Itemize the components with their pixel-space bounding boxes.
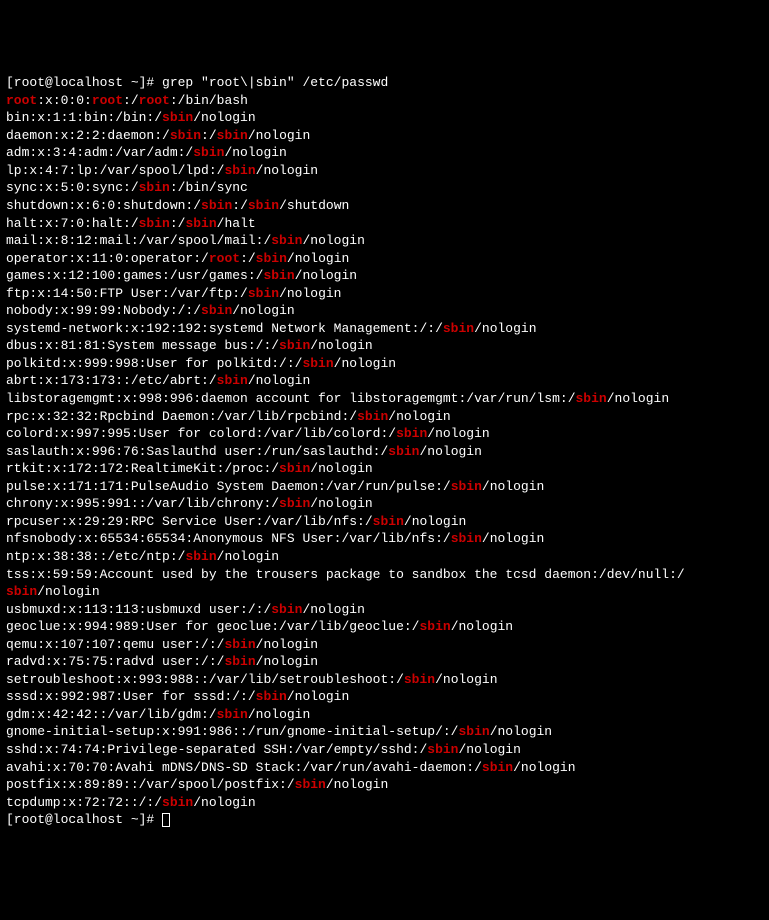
grep-match: sbin <box>248 286 279 301</box>
grep-match: sbin <box>404 672 435 687</box>
output-line: root:x:0:0:root:/root:/bin/bash <box>6 92 763 110</box>
grep-match: sbin <box>427 742 458 757</box>
output-line: gnome-initial-setup:x:991:986::/run/gnom… <box>6 723 763 741</box>
output-line: tcpdump:x:72:72::/:/sbin/nologin <box>6 794 763 812</box>
output-line: chrony:x:995:991::/var/lib/chrony:/sbin/… <box>6 495 763 513</box>
prompt-line[interactable]: [root@localhost ~]# <box>6 811 763 829</box>
grep-match: sbin <box>6 584 37 599</box>
grep-match: sbin <box>576 391 607 406</box>
grep-match: root <box>139 93 170 108</box>
output-line: setroubleshoot:x:993:988::/var/lib/setro… <box>6 671 763 689</box>
grep-match: sbin <box>279 338 310 353</box>
grep-match: sbin <box>458 724 489 739</box>
output-line: systemd-network:x:192:192:systemd Networ… <box>6 320 763 338</box>
output-line: postfix:x:89:89::/var/spool/postfix:/sbi… <box>6 776 763 794</box>
output-line: daemon:x:2:2:daemon:/sbin:/sbin/nologin <box>6 127 763 145</box>
shell-prompt: [root@localhost ~]# <box>6 75 162 90</box>
grep-match: sbin <box>482 760 513 775</box>
grep-match: sbin <box>224 163 255 178</box>
output-line: rpcuser:x:29:29:RPC Service User:/var/li… <box>6 513 763 531</box>
output-line: bin:x:1:1:bin:/bin:/sbin/nologin <box>6 109 763 127</box>
output-line: colord:x:997:995:User for colord:/var/li… <box>6 425 763 443</box>
grep-match: sbin <box>217 128 248 143</box>
prompt-line: [root@localhost ~]# grep "root\|sbin" /e… <box>6 74 763 92</box>
grep-match: root <box>209 251 240 266</box>
grep-match: sbin <box>256 689 287 704</box>
terminal-output[interactable]: [root@localhost ~]# grep "root\|sbin" /e… <box>6 74 763 829</box>
grep-match: sbin <box>162 795 193 810</box>
grep-match: sbin <box>193 145 224 160</box>
grep-match: sbin <box>443 321 474 336</box>
grep-match: sbin <box>201 303 232 318</box>
grep-match: sbin <box>217 707 248 722</box>
grep-match: root <box>92 93 123 108</box>
grep-match: sbin <box>185 216 216 231</box>
cursor-icon <box>162 813 170 827</box>
output-line: usbmuxd:x:113:113:usbmuxd user:/:/sbin/n… <box>6 601 763 619</box>
grep-match: sbin <box>451 531 482 546</box>
grep-match: sbin <box>201 198 232 213</box>
grep-match: sbin <box>256 251 287 266</box>
grep-match: sbin <box>419 619 450 634</box>
output-line: gdm:x:42:42::/var/lib/gdm:/sbin/nologin <box>6 706 763 724</box>
output-line: operator:x:11:0:operator:/root:/sbin/nol… <box>6 250 763 268</box>
command-text: grep "root\|sbin" /etc/passwd <box>162 75 388 90</box>
output-line: abrt:x:173:173::/etc/abrt:/sbin/nologin <box>6 372 763 390</box>
grep-match: sbin <box>139 216 170 231</box>
output-line: nfsnobody:x:65534:65534:Anonymous NFS Us… <box>6 530 763 548</box>
output-line: ntp:x:38:38::/etc/ntp:/sbin/nologin <box>6 548 763 566</box>
grep-match: sbin <box>279 496 310 511</box>
output-line: geoclue:x:994:989:User for geoclue:/var/… <box>6 618 763 636</box>
grep-match: sbin <box>162 110 193 125</box>
output-line: tss:x:59:59:Account used by the trousers… <box>6 566 763 584</box>
output-line: rtkit:x:172:172:RealtimeKit:/proc:/sbin/… <box>6 460 763 478</box>
output-line: avahi:x:70:70:Avahi mDNS/DNS-SD Stack:/v… <box>6 759 763 777</box>
shell-prompt: [root@localhost ~]# <box>6 812 162 827</box>
output-line: lp:x:4:7:lp:/var/spool/lpd:/sbin/nologin <box>6 162 763 180</box>
output-line: sshd:x:74:74:Privilege-separated SSH:/va… <box>6 741 763 759</box>
grep-match: root <box>6 93 37 108</box>
grep-match: sbin <box>295 777 326 792</box>
output-line: radvd:x:75:75:radvd user:/:/sbin/nologin <box>6 653 763 671</box>
output-line: qemu:x:107:107:qemu user:/:/sbin/nologin <box>6 636 763 654</box>
grep-match: sbin <box>357 409 388 424</box>
grep-match: sbin <box>217 373 248 388</box>
grep-match: sbin <box>224 654 255 669</box>
output-line: saslauth:x:996:76:Saslauthd user:/run/sa… <box>6 443 763 461</box>
output-line: libstoragemgmt:x:998:996:daemon account … <box>6 390 763 408</box>
output-line: shutdown:x:6:0:shutdown:/sbin:/sbin/shut… <box>6 197 763 215</box>
output-line: sbin/nologin <box>6 583 763 601</box>
output-line: pulse:x:171:171:PulseAudio System Daemon… <box>6 478 763 496</box>
grep-match: sbin <box>185 549 216 564</box>
grep-match: sbin <box>170 128 201 143</box>
output-line: halt:x:7:0:halt:/sbin:/sbin/halt <box>6 215 763 233</box>
output-line: ftp:x:14:50:FTP User:/var/ftp:/sbin/nolo… <box>6 285 763 303</box>
grep-match: sbin <box>388 444 419 459</box>
output-line: games:x:12:100:games:/usr/games:/sbin/no… <box>6 267 763 285</box>
output-line: adm:x:3:4:adm:/var/adm:/sbin/nologin <box>6 144 763 162</box>
grep-match: sbin <box>373 514 404 529</box>
grep-match: sbin <box>451 479 482 494</box>
output-line: polkitd:x:999:998:User for polkitd:/:/sb… <box>6 355 763 373</box>
output-line: dbus:x:81:81:System message bus:/:/sbin/… <box>6 337 763 355</box>
grep-match: sbin <box>271 602 302 617</box>
grep-match: sbin <box>271 233 302 248</box>
output-line: mail:x:8:12:mail:/var/spool/mail:/sbin/n… <box>6 232 763 250</box>
output-line: nobody:x:99:99:Nobody:/:/sbin/nologin <box>6 302 763 320</box>
grep-match: sbin <box>396 426 427 441</box>
grep-match: sbin <box>139 180 170 195</box>
output-line: sync:x:5:0:sync:/sbin:/bin/sync <box>6 179 763 197</box>
output-line: sssd:x:992:987:User for sssd:/:/sbin/nol… <box>6 688 763 706</box>
grep-match: sbin <box>279 461 310 476</box>
grep-match: sbin <box>302 356 333 371</box>
grep-match: sbin <box>248 198 279 213</box>
grep-match: sbin <box>224 637 255 652</box>
grep-match: sbin <box>263 268 294 283</box>
output-line: rpc:x:32:32:Rpcbind Daemon:/var/lib/rpcb… <box>6 408 763 426</box>
